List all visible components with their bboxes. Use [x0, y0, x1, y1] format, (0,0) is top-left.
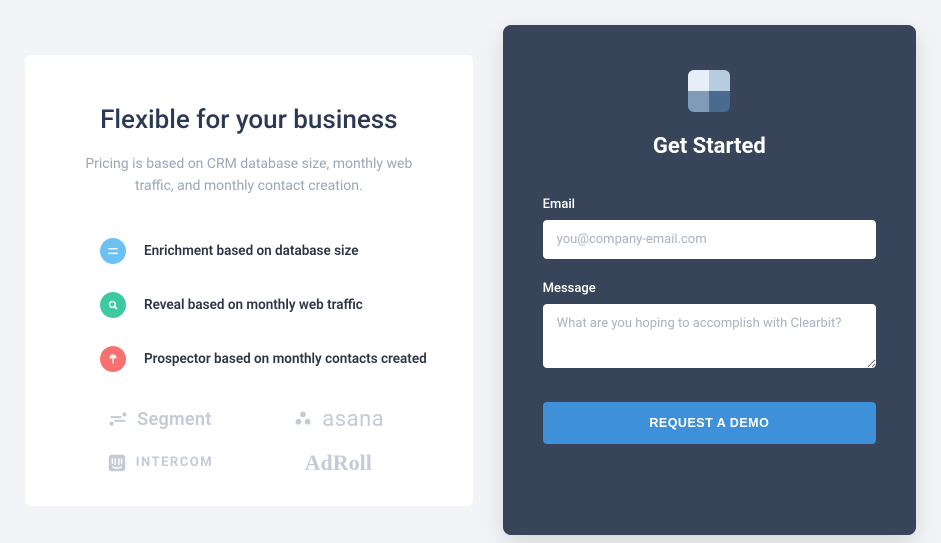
logo-asana: asana: [292, 407, 384, 432]
logo-adroll: AdRoll: [305, 450, 372, 476]
logo-label: asana: [322, 407, 384, 432]
feature-label: Prospector based on monthly contacts cre…: [144, 351, 427, 367]
feature-item: Reveal based on monthly web traffic: [100, 292, 433, 318]
message-label: Message: [543, 281, 876, 296]
logo-segment: Segment: [107, 408, 211, 430]
logo-label: Segment: [137, 409, 211, 430]
feature-item: Enrichment based on database size: [100, 238, 433, 264]
pricing-subtitle: Pricing is based on CRM database size, m…: [65, 153, 433, 198]
prospector-icon: [100, 346, 126, 372]
logo-label: AdRoll: [305, 450, 372, 476]
request-demo-button[interactable]: REQUEST A DEMO: [543, 402, 876, 444]
logo-intercom: INTERCOM: [106, 452, 213, 474]
intercom-icon: [106, 452, 128, 474]
feature-label: Enrichment based on database size: [144, 243, 359, 259]
get-started-card: Get Started Email Message REQUEST A DEMO: [503, 25, 916, 535]
customer-logos: Segment asana INTERCOM AdRoll: [65, 407, 433, 476]
message-field[interactable]: [543, 304, 876, 368]
pricing-title: Flexible for your business: [65, 105, 433, 135]
email-field[interactable]: [543, 220, 876, 259]
segment-icon: [107, 408, 129, 430]
clearbit-logo-icon: [688, 70, 730, 112]
form-title: Get Started: [543, 134, 876, 159]
feature-label: Reveal based on monthly web traffic: [144, 297, 363, 313]
feature-list: Enrichment based on database size Reveal…: [100, 238, 433, 372]
reveal-icon: [100, 292, 126, 318]
asana-icon: [292, 408, 314, 430]
email-label: Email: [543, 197, 876, 212]
feature-item: Prospector based on monthly contacts cre…: [100, 346, 433, 372]
pricing-info-card: Flexible for your business Pricing is ba…: [25, 55, 473, 506]
logo-label: INTERCOM: [136, 455, 213, 470]
enrichment-icon: [100, 238, 126, 264]
